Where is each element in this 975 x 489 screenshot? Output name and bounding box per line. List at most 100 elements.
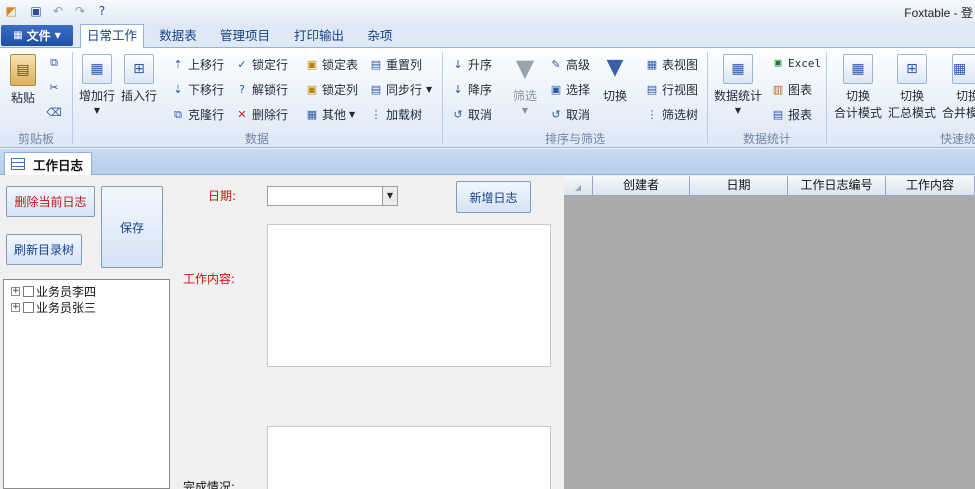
add-row-button[interactable]: ▦ 增加行 ▼ — [78, 54, 116, 115]
other-label: 其他 — [322, 108, 347, 122]
filter-button[interactable]: ▼ 筛选 ▼ — [508, 54, 542, 115]
delete-row-button[interactable]: ✕ 删除行 — [234, 106, 288, 123]
completion-status-label: 完成情况: — [183, 480, 236, 489]
help-icon[interactable]: ? — [94, 3, 110, 19]
lock-table-label: 锁定表 — [322, 58, 359, 72]
data-stats-button[interactable]: ▦ 数据统计 ▼ — [712, 54, 764, 115]
tab-manage-project[interactable]: 管理项目 — [214, 26, 276, 48]
file-menu-button[interactable]: ▦ 文件 ▼ — [1, 25, 73, 46]
tab-print-output[interactable]: 打印输出 — [288, 26, 350, 48]
column-header[interactable]: 工作内容 — [886, 176, 975, 196]
lock-column-button[interactable]: ▣ 锁定列 — [304, 81, 358, 98]
chevron-down-icon: ▼ — [426, 85, 433, 94]
cancel-filter-label: 取消 — [566, 108, 591, 122]
arrow-down-icon: ⇣ — [173, 82, 183, 96]
delete-log-button[interactable]: 删除当前日志 — [6, 186, 95, 217]
tree-checkbox[interactable] — [23, 302, 34, 313]
cancel-sort-label: 取消 — [468, 108, 493, 122]
grid-corner[interactable] — [564, 176, 593, 196]
report-label: 报表 — [788, 108, 813, 122]
report-icon: ▤ — [772, 107, 784, 121]
sum-mode-button[interactable]: ▦ 切换 合计模式 — [832, 54, 884, 121]
row-view-label: 行视图 — [662, 83, 699, 97]
refresh-tree-button[interactable]: 刷新目录树 — [6, 234, 82, 265]
reset-column-button[interactable]: ▤ 重置列 — [368, 56, 422, 73]
work-content-label: 工作内容: — [183, 272, 236, 286]
funnel-icon: ▼ — [515, 54, 535, 82]
redo-icon[interactable]: ↷ — [72, 3, 88, 19]
group-label-data: 数据 — [244, 132, 269, 146]
other-button[interactable]: ▦ 其他 ▼ — [304, 106, 355, 123]
merge-mode-button[interactable]: ▦ 切换 合并模 — [940, 54, 975, 121]
table-icon: ▦ — [306, 107, 318, 121]
move-up-button[interactable]: ⇡ 上移行 — [170, 56, 224, 73]
column-header[interactable]: 日期 — [690, 176, 788, 196]
new-log-button[interactable]: 新增日志 — [456, 181, 531, 213]
ribbon-separator — [442, 52, 443, 144]
summary-mode-button[interactable]: ⊞ 切换 汇总模式 — [886, 54, 938, 121]
data-stats-label: 数据统计 — [713, 89, 762, 103]
date-picker[interactable]: ▼ — [267, 186, 398, 206]
toggle-filter-button[interactable]: ▼ 切换 — [598, 54, 632, 104]
report-button[interactable]: ▤ 报表 — [770, 106, 812, 123]
cancel-filter-button[interactable]: ↺ 取消 — [548, 106, 590, 123]
advanced-filter-button[interactable]: ✎ 高级 — [548, 56, 590, 73]
tab-misc[interactable]: 杂项 — [362, 26, 398, 48]
insert-row-icon: ⊞ — [124, 54, 154, 84]
lock-column-label: 锁定列 — [322, 83, 359, 97]
tree-node[interactable]: + 业务员李四 — [11, 283, 96, 300]
tab-daily-work[interactable]: 日常工作 — [80, 24, 144, 49]
column-header[interactable]: 工作日志编号 — [788, 176, 886, 196]
app-logo-icon[interactable]: ◩ — [3, 3, 19, 19]
unlock-row-button[interactable]: ? 解锁行 — [234, 81, 288, 98]
lock-table-button[interactable]: ▣ 锁定表 — [304, 56, 358, 73]
excel-button[interactable]: ▣ Excel — [770, 56, 821, 70]
tab-data-table[interactable]: 数据表 — [152, 26, 204, 48]
copy-button[interactable]: ⧉ — [46, 56, 64, 70]
sort-asc-button[interactable]: ↓ 升序 — [450, 56, 492, 73]
format-painter-button[interactable]: ⌫ — [46, 106, 64, 120]
clone-row-button[interactable]: ⧉ 克隆行 — [170, 106, 224, 123]
move-down-button[interactable]: ⇣ 下移行 — [170, 81, 224, 98]
table-view-button[interactable]: ▦ 表视图 — [644, 56, 698, 73]
table-icon — [11, 158, 25, 170]
lock-row-label: 锁定行 — [252, 58, 289, 72]
paste-button[interactable]: ▤ 粘贴 — [6, 54, 40, 106]
work-content-textarea[interactable] — [267, 224, 551, 367]
expand-icon[interactable]: + — [11, 303, 20, 312]
load-tree-button[interactable]: ⋮ 加载树 — [368, 106, 423, 123]
unlock-icon: ? — [239, 82, 245, 96]
row-view-button[interactable]: ▤ 行视图 — [644, 81, 698, 98]
directory-tree[interactable]: + 业务员李四 + 业务员张三 — [3, 279, 170, 489]
sync-row-button[interactable]: ▤ 同步行 ▼ — [368, 81, 432, 98]
paste-label: 粘贴 — [10, 91, 35, 105]
excel-label: Excel — [788, 56, 822, 70]
tree-node[interactable]: + 业务员张三 — [11, 299, 96, 316]
corner-triangle-icon — [575, 185, 581, 191]
completion-status-textarea[interactable] — [267, 426, 551, 489]
save-icon[interactable]: ▣ — [28, 3, 44, 19]
tree-checkbox[interactable] — [23, 286, 34, 297]
az-funnel-icon: ▼ — [606, 55, 624, 80]
tab-work-log[interactable]: 工作日志 — [4, 152, 92, 175]
dropdown-arrow-icon[interactable]: ▼ — [382, 187, 397, 205]
insert-row-button[interactable]: ⊞ 插入行 — [120, 54, 158, 104]
select-filter-button[interactable]: ▣ 选择 — [548, 81, 590, 98]
cut-button[interactable]: ✂ — [46, 81, 64, 95]
data-grid[interactable]: 创建者 日期 工作日志编号 工作内容 — [564, 176, 975, 489]
save-button[interactable]: 保存 — [101, 186, 163, 268]
clone-row-label: 克隆行 — [188, 108, 225, 122]
chart-button[interactable]: ▥ 图表 — [770, 81, 812, 98]
undo-icon[interactable]: ↶ — [50, 3, 66, 19]
ribbon-separator — [826, 52, 827, 144]
ribbon-tab-row: ▦ 文件 ▼ 日常工作 数据表 管理项目 打印输出 杂项 — [0, 24, 975, 49]
filter-tree-button[interactable]: ⋮ 筛选树 — [644, 106, 699, 123]
sort-desc-button[interactable]: ↓ 降序 — [450, 81, 492, 98]
cancel-sort-button[interactable]: ↺ 取消 — [450, 106, 492, 123]
summary-mode-icon: ⊞ — [897, 54, 927, 84]
toggle-filter-label: 切换 — [602, 89, 627, 103]
expand-icon[interactable]: + — [11, 287, 20, 296]
column-header[interactable]: 创建者 — [593, 176, 690, 196]
merge-mode-label-b: 合并模 — [942, 106, 975, 120]
lock-row-button[interactable]: ✓ 锁定行 — [234, 56, 288, 73]
